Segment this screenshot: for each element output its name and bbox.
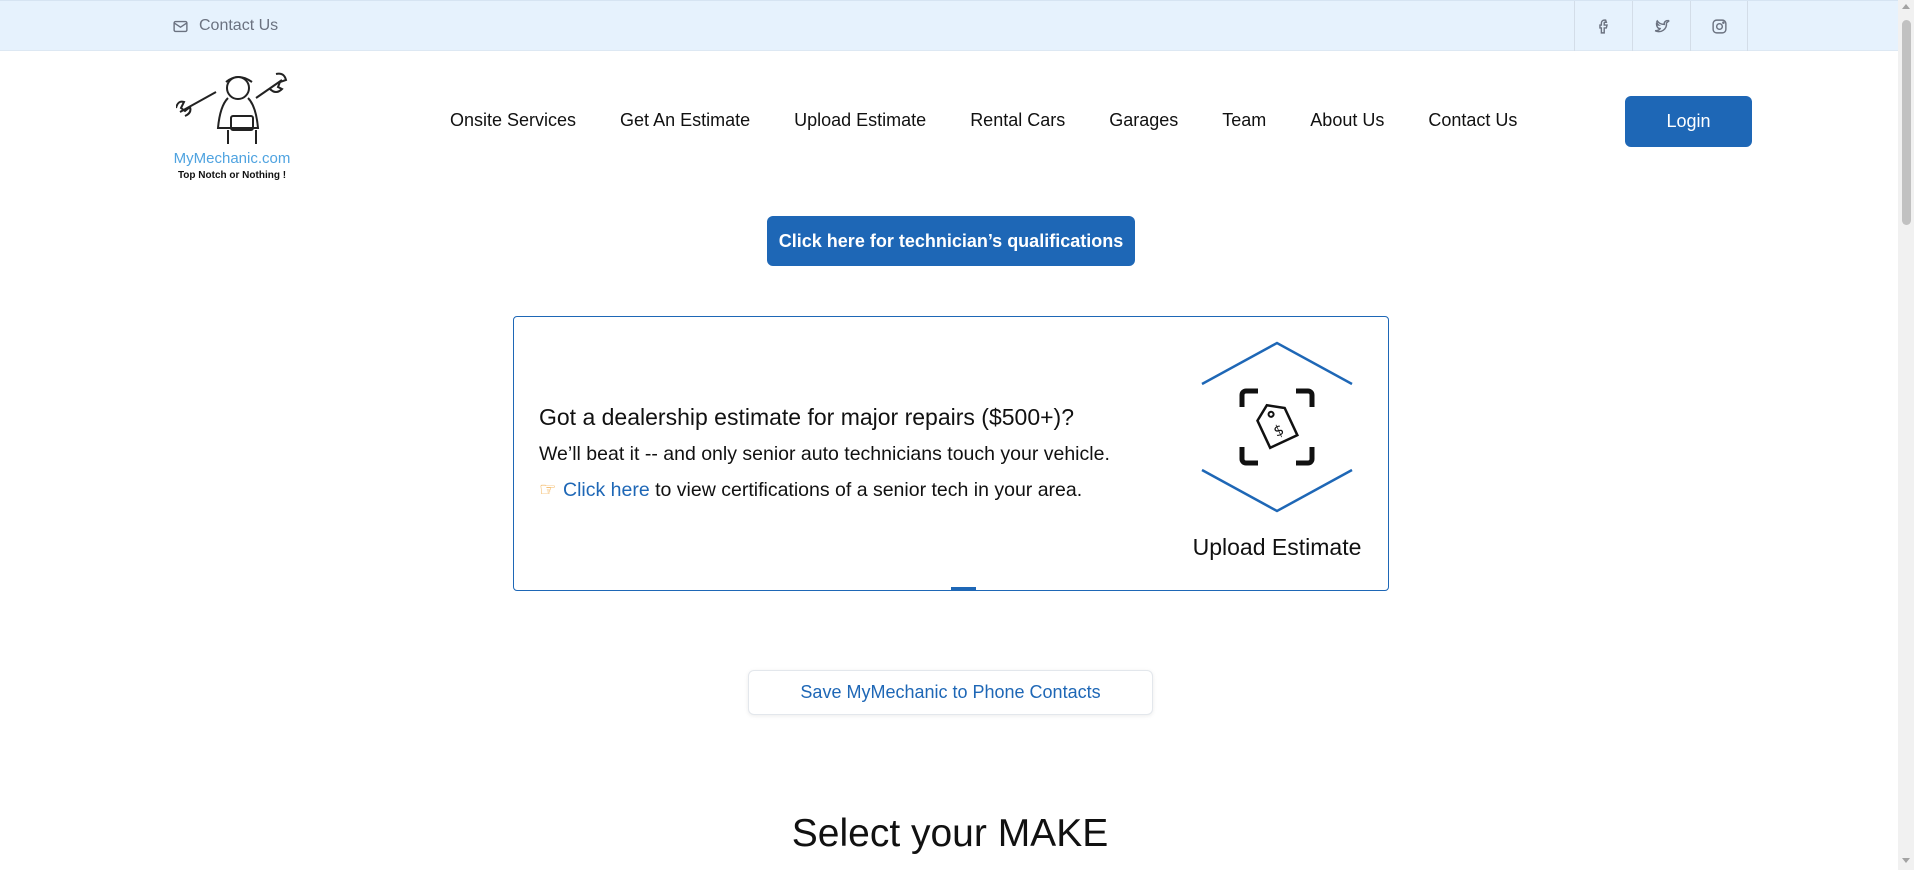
logo-tagline: Top Notch or Nothing ! [177, 170, 287, 181]
svg-text:$: $ [1271, 420, 1287, 440]
topbar-contact-label: Contact Us [199, 17, 279, 34]
technician-qualifications-button[interactable]: Click here for technician’s qualificatio… [767, 216, 1135, 266]
promo-line-1: We’ll beat it -- and only senior auto te… [539, 443, 1110, 465]
nav-onsite-services[interactable]: Onsite Services [450, 110, 576, 131]
promo-heading: Got a dealership estimate for major repa… [539, 404, 1075, 430]
instagram-link[interactable] [1690, 1, 1748, 51]
upload-estimate-icon[interactable]: $ [1200, 341, 1354, 513]
promo-line-2-rest: to view certifications of a senior tech … [649, 479, 1083, 501]
facebook-link[interactable] [1574, 1, 1632, 51]
scroll-up-arrow-icon[interactable] [1902, 4, 1910, 9]
nav-team[interactable]: Team [1222, 110, 1266, 131]
nav-about-us[interactable]: About Us [1310, 110, 1384, 131]
nav-contact-us[interactable]: Contact Us [1428, 110, 1517, 131]
promo-line-2: ☞ Click here to view certifications of a … [539, 478, 1179, 502]
mail-icon [173, 20, 188, 32]
save-to-contacts-button[interactable]: Save MyMechanic to Phone Contacts [748, 670, 1153, 715]
site-header: MyMechanic.com Top Notch or Nothing ! On… [0, 51, 1898, 191]
login-button[interactable]: Login [1625, 96, 1752, 147]
carousel-indicator[interactable] [951, 587, 976, 590]
scroll-down-arrow-icon[interactable] [1902, 858, 1910, 863]
top-bar: Contact Us [0, 0, 1898, 51]
scrollbar-thumb[interactable] [1902, 20, 1911, 225]
upload-estimate-label[interactable]: Upload Estimate [1174, 534, 1380, 561]
nav-get-an-estimate[interactable]: Get An Estimate [620, 110, 750, 131]
instagram-icon [1711, 18, 1727, 34]
nav-upload-estimate[interactable]: Upload Estimate [794, 110, 926, 131]
pointing-hand-icon: ☞ [539, 479, 557, 501]
twitter-icon [1654, 19, 1670, 32]
page-scrollbar[interactable] [1898, 0, 1914, 870]
topbar-contact-link[interactable]: Contact Us [172, 17, 278, 35]
upload-estimate-promo-card: Got a dealership estimate for major repa… [513, 316, 1389, 591]
promo-text: Got a dealership estimate for major repa… [539, 404, 1179, 514]
mechanic-mascot-logo [176, 72, 288, 144]
select-make-heading: Select your MAKE [791, 812, 1109, 855]
main-nav: Onsite Services Get An Estimate Upload E… [450, 110, 1561, 131]
facebook-icon [1599, 18, 1608, 34]
twitter-link[interactable] [1632, 1, 1690, 51]
nav-garages[interactable]: Garages [1109, 110, 1178, 131]
certifications-link[interactable]: Click here [563, 479, 650, 501]
nav-rental-cars[interactable]: Rental Cars [970, 110, 1065, 131]
logo-name: MyMechanic.com [173, 150, 291, 167]
social-links [1574, 1, 1748, 51]
site-logo[interactable]: MyMechanic.com Top Notch or Nothing ! [166, 68, 298, 183]
